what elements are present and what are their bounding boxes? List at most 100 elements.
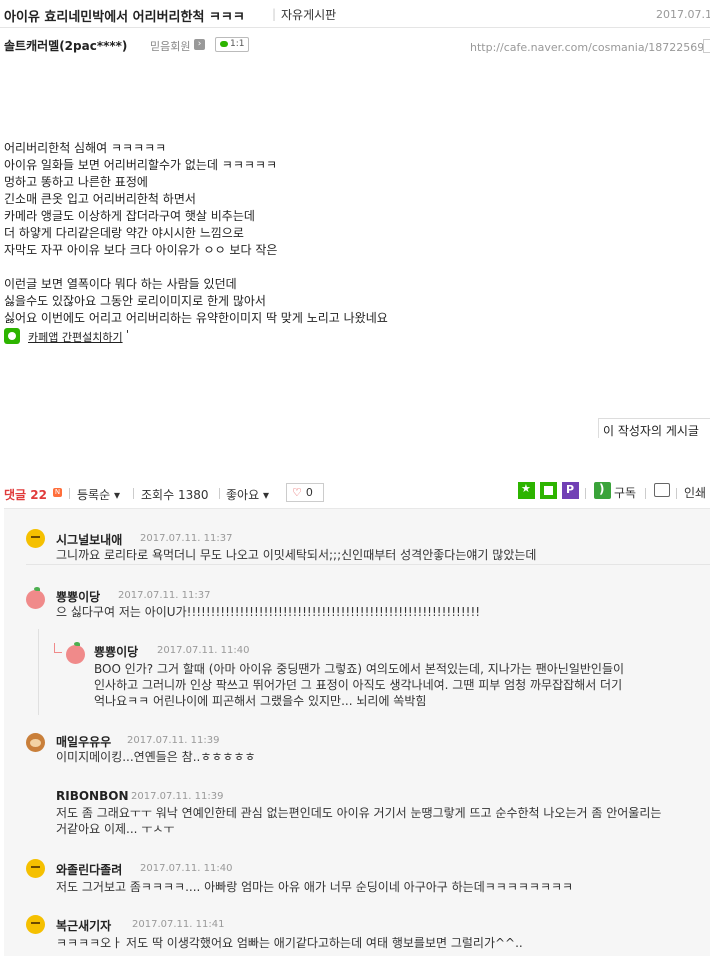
chevron-down-icon: ▾ <box>113 488 120 502</box>
like-button[interactable]: ♡ 0 <box>286 483 324 502</box>
comment-text: 저도 그거보고 좀ㅋㅋㅋㅋ.... 아빠랑 엄마는 아유 애가 너무 순딩이네 … <box>56 880 574 894</box>
reply-item: 뿅뿅이당 2017.07.11. 11:40 BOO 인가? 그거 할때 (아마… <box>4 629 710 719</box>
blog-share-icon[interactable] <box>562 482 579 499</box>
views-count: 1380 <box>177 488 209 502</box>
comment-text: ㅋㅋㅋㅋ오ㅏ 저도 딱 이생각했어요 엄빠는 애기같다고하는데 여태 행보를보면… <box>56 936 523 950</box>
share-out-icon[interactable] <box>654 483 670 497</box>
comment-text: 저도 좀 그래요ㅜㅜ 워낙 연예인한테 관심 없는편인데도 아이유 거기서 눈땡… <box>56 806 662 820</box>
sort-label: 등록순 <box>77 488 111 502</box>
divider <box>645 488 646 499</box>
comments-toggle[interactable]: 댓글 22 <box>4 486 47 503</box>
subscribe-button[interactable]: 구독 <box>614 484 636 501</box>
divider <box>676 488 677 499</box>
comment-text: 억나요ㅋㅋ 어린나이에 피곤해서 그랬을수 있지만... 뇌리에 쏙박힘 <box>94 694 427 708</box>
comments-label: 댓글 <box>4 488 27 502</box>
avatar[interactable] <box>26 859 45 878</box>
comment-nickname[interactable]: 복근새기자 <box>56 917 111 934</box>
print-button[interactable]: 인쇄 <box>684 484 706 501</box>
comment-text: 으 싫다구여 저는 아이U가!!!!!!!!!!!!!!!!!!!!!!!!!!… <box>56 605 481 619</box>
member-level: 믿음회원 <box>150 40 191 53</box>
install-quote: ' <box>126 328 130 341</box>
rss-icon[interactable] <box>594 482 611 499</box>
comment-date: 2017.07.11. 11:41 <box>132 919 225 930</box>
reply-guide <box>38 629 39 715</box>
chat-button[interactable]: 1:1 <box>215 37 250 52</box>
avatar[interactable] <box>26 915 45 934</box>
comment-item: 시그널보내애 2017.07.11. 11:37 그니까요 로리타로 욕먹더니 … <box>4 509 710 565</box>
body-line: 자막도 자꾸 아이유 보다 크다 아이유가 ㅇㅇ 보다 작은 <box>4 243 278 257</box>
body-line: 카메라 앵글도 이상하게 잡더라구여 햇살 비추는데 <box>4 209 255 223</box>
level-info-icon[interactable]: › <box>194 39 205 50</box>
divider <box>219 488 220 499</box>
copy-url-button[interactable] <box>703 39 710 53</box>
author-name[interactable]: 솔트캐러멜(2pac****) <box>4 37 127 54</box>
body-line: 멍하고 똥하고 나른한 표정에 <box>4 175 148 189</box>
comment-nickname[interactable]: 시그널보내애 <box>56 531 122 548</box>
body-line: 어리버리한척 심해여 ㅋㅋㅋㅋㅋ <box>4 141 167 155</box>
comment-item: 복근새기자 2017.07.11. 11:41 ㅋㅋㅋㅋ오ㅏ 저도 딱 이생각했… <box>4 901 710 956</box>
star-share-icon[interactable] <box>518 482 535 499</box>
title-separator: | <box>272 7 277 21</box>
cafe-app-install-link[interactable]: 카페앱 간편설치하기 <box>28 329 123 345</box>
likes-label: 좋아요 <box>226 488 260 502</box>
comment-item: RIBONBON 2017.07.11. 11:39 저도 좀 그래요ㅜㅜ 워낙… <box>4 777 710 847</box>
comment-nickname[interactable]: 와졸린다졸려 <box>56 861 122 878</box>
comment-text: 이미지메이킹...연옌들은 참..ㅎㅎㅎㅎㅎ <box>56 750 256 764</box>
views: 조회수 1380 <box>141 486 209 503</box>
body-line: 더 하얗게 다리같은데랑 약간 야시시한 느낌으로 <box>4 226 244 240</box>
comment-date: 2017.07.11. 11:40 <box>157 645 250 656</box>
post-title: 아이유 효리네민박에서 어리버리한척 ㅋㅋㅋ <box>4 10 245 25</box>
body-line: 이런글 보면 열폭이다 뭐다 하는 사람들 있던데 <box>4 277 237 291</box>
comment-date: 2017.07.11. 11:37 <box>140 533 233 544</box>
comment-nickname[interactable]: 매일우유우 <box>56 733 111 750</box>
post-date: 2017.07.11. <box>656 8 710 21</box>
chevron-down-icon: ▾ <box>262 488 269 502</box>
comment-date: 2017.07.11. 11:37 <box>118 590 211 601</box>
chat-bubble-icon <box>220 40 228 47</box>
views-label: 조회수 <box>141 488 175 502</box>
board-link[interactable]: 자유게시판 <box>281 6 336 23</box>
likes-select[interactable]: 좋아요 ▾ <box>226 486 269 503</box>
post-body: 어리버리한척 심해여 ㅋㅋㅋㅋㅋ 아이유 일화들 보면 어리버리할수가 없는데 … <box>4 140 704 345</box>
comment-item: 뿅뿅이당 2017.07.11. 11:37 으 싫다구여 저는 아이U가!!!… <box>4 581 710 629</box>
avatar[interactable] <box>66 642 85 664</box>
body-line: 긴소매 큰옷 입고 어리버리한척 하면서 <box>4 192 196 206</box>
comment-date: 2017.07.11. 11:39 <box>131 791 224 802</box>
author-posts-link[interactable]: 이 작성자의 게시글 <box>598 418 710 438</box>
comments-count: 22 <box>30 488 47 502</box>
comment-item: 매일우유우 2017.07.11. 11:39 이미지메이킹...연옌들은 참.… <box>4 719 710 777</box>
comment-list: 시그널보내애 2017.07.11. 11:37 그니까요 로리타로 욕먹더니 … <box>4 508 710 956</box>
avatar[interactable] <box>26 529 45 548</box>
new-badge: N <box>53 488 62 497</box>
comment-text: 거같아요 이제... ㅜㅅㅜ <box>56 822 175 836</box>
cafe-app-icon[interactable] <box>4 328 20 344</box>
divider <box>69 488 70 499</box>
comment-text: BOO 인가? 그거 할때 (아마 아이유 중딩땐가 그렇죠) 여의도에서 본적… <box>94 662 625 676</box>
avatar[interactable] <box>26 587 45 609</box>
post-header: 아이유 효리네민박에서 어리버리한척 ㅋㅋㅋ | 자유게시판 2017.07.1… <box>0 0 710 28</box>
divider <box>585 488 586 499</box>
sort-select[interactable]: 등록순 ▾ <box>77 486 120 503</box>
like-count: 0 <box>305 486 313 499</box>
body-line: 싫어요 이번에도 어리고 어리버리하는 유약한이미지 딱 맞게 노리고 나왔네요 <box>4 311 388 325</box>
stats-bar: 댓글 22 N 등록순 ▾ 조회수 1380 좋아요 ▾ ♡0 구독 인쇄 <box>0 482 710 504</box>
comment-text: 인사하고 그러니까 인상 팍쓰고 뛰어가던 그 표정이 아직도 생각나네여. 그… <box>94 678 623 692</box>
comment-date: 2017.07.11. 11:39 <box>127 735 220 746</box>
comment-nickname[interactable]: 뿅뿅이당 <box>94 643 138 660</box>
cafe-app-install: 카페앱 간편설치하기 ' <box>4 328 704 345</box>
comment-nickname[interactable]: RIBONBON <box>56 789 129 803</box>
body-line: 싫을수도 있잖아요 그동안 로리이미지로 한게 많아서 <box>4 294 266 308</box>
comment-divider <box>26 564 710 565</box>
post-url[interactable]: http://cafe.naver.com/cosmania/18722569 <box>470 41 704 54</box>
comment-item: 와졸린다졸려 2017.07.11. 11:40 저도 그거보고 좀ㅋㅋㅋㅋ..… <box>4 847 710 901</box>
divider <box>133 488 134 499</box>
naver-share-icon[interactable] <box>540 482 557 499</box>
avatar[interactable] <box>26 733 45 752</box>
heart-icon: ♡ <box>292 486 302 499</box>
author-row: 솔트캐러멜(2pac****) 믿음회원 › 1:1 http://cafe.n… <box>0 36 710 56</box>
comment-date: 2017.07.11. 11:40 <box>140 863 233 874</box>
body-line: 아이유 일화들 보면 어리버리할수가 없는데 ㅋㅋㅋㅋㅋ <box>4 158 277 172</box>
chat-label: 1:1 <box>230 39 245 49</box>
comment-nickname[interactable]: 뿅뿅이당 <box>56 588 100 605</box>
